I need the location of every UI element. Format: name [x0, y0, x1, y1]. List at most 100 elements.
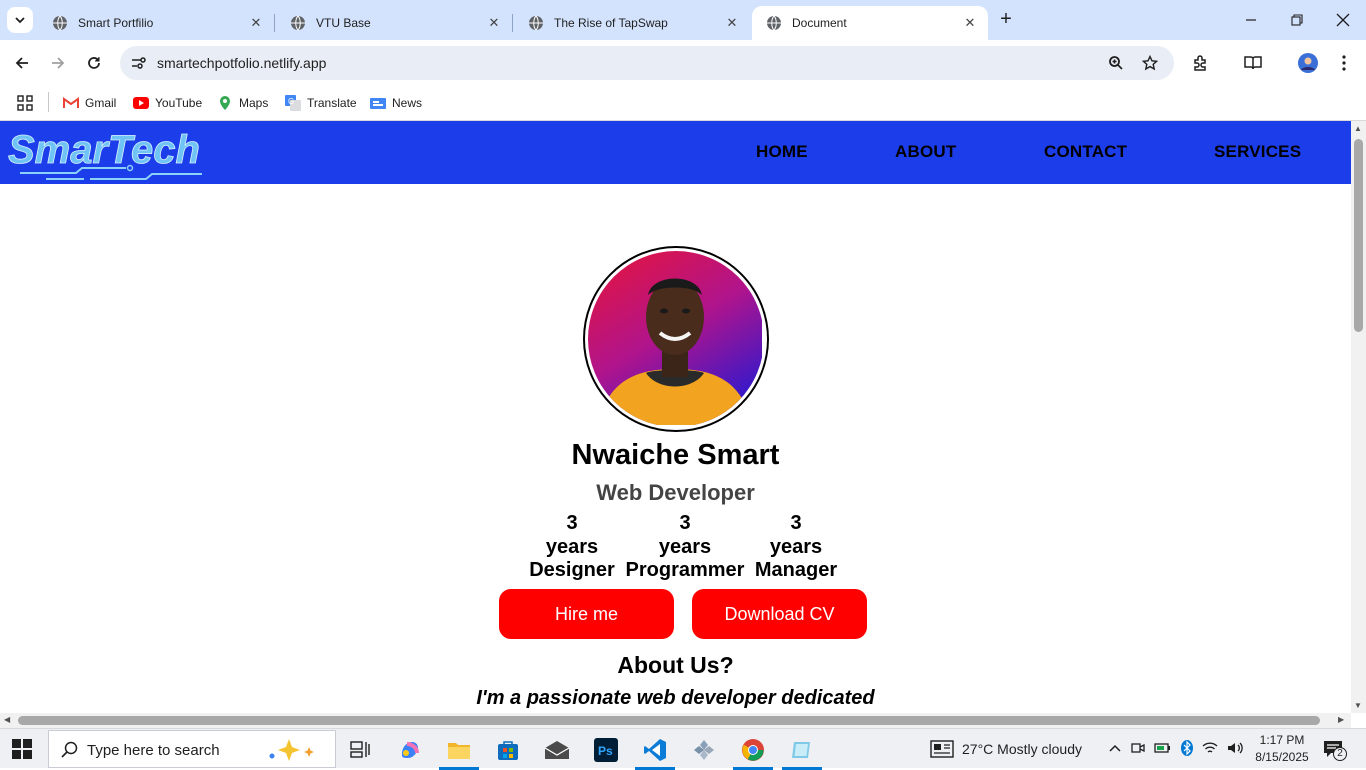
apps-icon[interactable]	[17, 92, 33, 114]
nav-contact[interactable]: CONTACT	[1044, 142, 1127, 162]
tab-smart-portfolio[interactable]: Smart Portfilio ✕	[38, 6, 274, 40]
zoom-icon[interactable]	[1106, 53, 1126, 73]
minimize-button[interactable]	[1237, 6, 1265, 34]
search-icon	[61, 741, 78, 758]
bookmark-translate[interactable]: G Translate	[285, 92, 357, 114]
photoshop-icon[interactable]: Ps	[586, 733, 626, 767]
scroll-up-icon[interactable]: ▲	[1354, 124, 1362, 133]
bookmark-gmail[interactable]: Gmail	[63, 92, 116, 114]
url-text[interactable]: smartechpotfolio.netlify.app	[157, 55, 326, 71]
tab-search-button[interactable]	[7, 7, 33, 33]
arrow-right-icon	[52, 57, 65, 69]
svg-text:SmarTech: SmarTech	[8, 128, 200, 172]
bluetooth-icon[interactable]	[1181, 739, 1193, 759]
hire-me-button[interactable]: Hire me	[499, 589, 674, 639]
taskbar-search[interactable]: Type here to search	[48, 730, 336, 768]
game-controller-icon[interactable]	[684, 733, 724, 767]
close-window-button[interactable]	[1329, 6, 1357, 34]
tab-title: VTU Base	[316, 16, 371, 30]
forward-button[interactable]	[44, 49, 72, 77]
minimize-icon	[1246, 19, 1256, 21]
volume-icon[interactable]	[1227, 741, 1243, 758]
new-tab-button[interactable]: +	[994, 8, 1018, 32]
youtube-icon	[133, 95, 149, 111]
reading-mode-icon[interactable]	[1239, 49, 1267, 77]
file-explorer-icon[interactable]	[439, 733, 479, 770]
bookmark-news[interactable]: News	[370, 92, 422, 114]
system-clock[interactable]: 1:17 PM 8/15/2025	[1254, 732, 1310, 766]
news-weather-icon	[930, 740, 954, 758]
stat-programmer: 3 years Programmer	[624, 512, 746, 583]
globe-icon	[53, 15, 67, 31]
bookmark-maps[interactable]: Maps	[217, 92, 268, 114]
bookmark-label: News	[392, 96, 423, 110]
scroll-down-icon[interactable]: ▼	[1354, 701, 1362, 710]
close-icon[interactable]: ✕	[248, 15, 264, 31]
close-icon[interactable]: ✕	[962, 15, 978, 31]
nav-about[interactable]: ABOUT	[895, 142, 956, 162]
meet-now-icon[interactable]	[1131, 741, 1145, 758]
wifi-icon[interactable]	[1202, 741, 1218, 758]
notifications-button[interactable]: 2	[1323, 740, 1347, 762]
news-icon	[370, 95, 386, 111]
stat-label: Manager	[754, 559, 838, 581]
stat-unit: years	[658, 535, 712, 558]
vertical-scroll-thumb[interactable]	[1354, 139, 1363, 332]
vscode-icon[interactable]	[635, 733, 675, 770]
task-view-icon[interactable]	[340, 733, 380, 767]
browser-toolbar: smartechpotfolio.netlify.app	[0, 40, 1366, 85]
menu-icon[interactable]	[1330, 49, 1358, 77]
nav-services[interactable]: SERVICES	[1214, 142, 1301, 162]
horizontal-scrollbar[interactable]: ◀ ▶	[0, 713, 1351, 728]
reload-button[interactable]	[80, 49, 108, 77]
reload-icon	[88, 57, 100, 69]
stat-number: 3	[790, 512, 802, 534]
chevron-up-icon[interactable]	[1108, 742, 1122, 756]
close-icon	[1336, 13, 1350, 27]
profile-avatar[interactable]	[1294, 49, 1322, 77]
bookmark-star-icon[interactable]	[1140, 53, 1160, 73]
vertical-scrollbar[interactable]: ▲ ▼	[1351, 121, 1366, 713]
windows-start-icon[interactable]	[12, 739, 32, 759]
tab-tapswap[interactable]: The Rise of TapSwap ✕	[514, 6, 750, 40]
weather-widget[interactable]: 27°C Mostly cloudy	[930, 729, 1082, 769]
profile-photo	[583, 246, 769, 432]
scroll-right-icon[interactable]: ▶	[1338, 715, 1344, 724]
bookmark-label: Translate	[307, 96, 357, 110]
maps-icon	[217, 95, 233, 111]
weather-text: 27°C Mostly cloudy	[962, 741, 1082, 757]
store-icon[interactable]	[488, 733, 528, 767]
stat-label: Designer	[529, 559, 615, 581]
globe-icon	[529, 15, 543, 31]
address-bar[interactable]: smartechpotfolio.netlify.app	[120, 46, 1174, 80]
tab-document[interactable]: Document ✕	[752, 6, 988, 40]
bookmark-label: Maps	[239, 96, 269, 110]
notes-app-icon[interactable]	[782, 733, 822, 770]
close-icon[interactable]: ✕	[486, 15, 502, 31]
bookmark-label: Gmail	[85, 96, 117, 110]
download-cv-button[interactable]: Download CV	[692, 589, 867, 639]
restore-button[interactable]	[1283, 6, 1311, 34]
gmail-icon	[63, 95, 79, 111]
bookmarks-bar: Gmail YouTube Maps G Translate News	[0, 85, 1366, 121]
smartech-logo[interactable]: SmarTech	[6, 123, 206, 183]
tab-vtu-base[interactable]: VTU Base ✕	[276, 6, 512, 40]
globe-icon	[291, 15, 305, 31]
chrome-icon[interactable]	[733, 733, 773, 770]
copilot-icon[interactable]	[390, 733, 430, 767]
scroll-left-icon[interactable]: ◀	[4, 715, 10, 724]
battery-icon[interactable]	[1154, 742, 1172, 757]
mail-icon[interactable]	[537, 733, 577, 767]
extensions-icon[interactable]	[1187, 49, 1215, 77]
horizontal-scroll-thumb[interactable]	[18, 716, 1320, 725]
system-tray	[1108, 729, 1243, 769]
site-navbar: SmarTech HOME ABOUT CONTACT SERVICES	[0, 121, 1351, 184]
arrow-left-icon	[15, 57, 28, 69]
back-button[interactable]	[8, 49, 36, 77]
close-icon[interactable]: ✕	[724, 15, 740, 31]
search-placeholder: Type here to search	[87, 742, 220, 759]
bookmark-youtube[interactable]: YouTube	[133, 92, 202, 114]
person-photo	[588, 251, 762, 425]
svg-text:Ps: Ps	[598, 744, 613, 758]
nav-home[interactable]: HOME	[756, 142, 808, 162]
